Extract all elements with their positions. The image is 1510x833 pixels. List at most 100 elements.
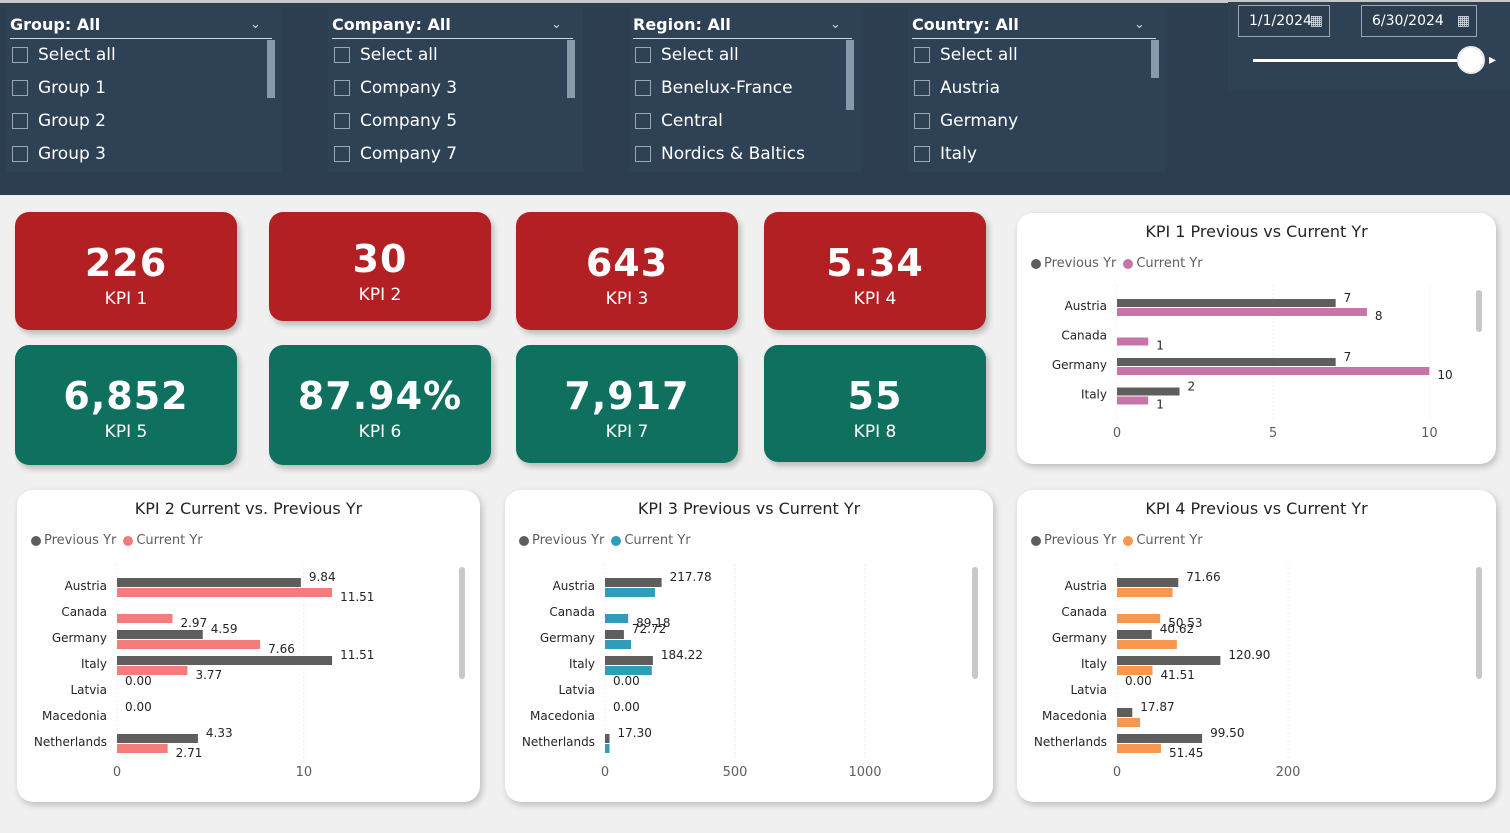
slicer-option[interactable]: Nordics & Baltics [633,137,862,170]
scrollbar[interactable] [972,567,978,679]
group-slicer[interactable]: Group: All ⌄ Select all Group 1 Group 2 Gro… [6,8,282,172]
checkbox[interactable] [334,46,350,63]
chevron-down-icon[interactable]: ⌄ [1134,14,1150,32]
bar-previous[interactable] [1117,358,1336,366]
kpi-card-7[interactable]: 7,917 KPI 7 [516,345,738,463]
slicer-option[interactable]: Group 3 [10,137,282,170]
slicer-option[interactable]: Select all [10,38,282,71]
bar-current[interactable] [605,614,629,623]
kpi-card-3[interactable]: 643 KPI 3 [516,212,738,330]
bar-previous[interactable] [117,578,301,587]
kpi-card-1[interactable]: 226 KPI 1 [15,212,237,330]
scrollbar[interactable] [267,40,275,98]
region-slicer[interactable]: Region: All ⌄ Select all Benelux-France Ce… [629,8,862,172]
checkbox[interactable] [12,112,28,129]
kpi1-chart-card[interactable]: KPI 1 Previous vs Current Yr Previous Yr… [1017,213,1496,464]
bar-current[interactable] [1117,744,1162,753]
bar-previous[interactable] [1117,387,1180,396]
scrollbar[interactable] [1476,567,1482,679]
scrollbar[interactable] [1151,40,1159,78]
slicer-option[interactable]: Company 5 [332,104,583,137]
kpi-card-5[interactable]: 6,852 KPI 5 [15,345,237,465]
bar-current[interactable] [1117,640,1177,649]
bar-previous[interactable] [605,734,610,743]
bar-current[interactable] [117,614,173,623]
bar-previous[interactable] [605,656,653,665]
checkbox[interactable] [914,112,930,129]
bar-current[interactable] [117,744,168,753]
kpi-card-2[interactable]: 30 KPI 2 [269,212,491,321]
bar-previous[interactable] [117,734,198,743]
slicer-option[interactable]: Group 1 [10,71,282,104]
slicer-option[interactable]: Germany [912,104,1166,137]
checkbox[interactable] [334,112,350,129]
bar-previous[interactable] [117,630,203,639]
slicer-option[interactable]: Company 3 [332,71,583,104]
chevron-down-icon[interactable]: ⌄ [551,14,567,32]
kpi3-chart-card[interactable]: KPI 3 Previous vs Current Yr Previous Yr… [505,490,993,802]
kpi-card-4[interactable]: 5.34 KPI 4 [764,212,986,330]
bar-previous[interactable] [605,578,662,587]
bar-current[interactable] [605,744,610,753]
chevron-down-icon[interactable]: ⌄ [250,14,266,32]
kpi-card-6[interactable]: 87.94% KPI 6 [269,345,491,465]
country-slicer[interactable]: Country: All ⌄ Select all Austria Germany I… [908,8,1166,172]
bar-current[interactable] [1117,614,1161,623]
date-slider-track[interactable] [1253,59,1481,62]
chevron-down-icon[interactable]: ⌄ [830,14,846,32]
checkbox[interactable] [334,79,350,96]
end-date-input[interactable]: 6/30/2024 ▦ [1361,5,1477,37]
scrollbar[interactable] [567,40,575,98]
checkbox[interactable] [12,46,28,63]
bar-previous[interactable] [1117,578,1179,587]
checkbox[interactable] [914,145,930,162]
bar-current[interactable] [1117,337,1149,346]
scrollbar[interactable] [459,567,465,679]
slicer-option[interactable]: Group 2 [10,104,282,137]
slicer-option[interactable]: Central [633,104,862,137]
scrollbar[interactable] [1476,290,1482,332]
scrollbar[interactable] [846,40,854,110]
bar-previous[interactable] [1117,299,1336,307]
slicer-option[interactable]: Italy [912,137,1166,170]
slicer-option[interactable]: Select all [332,38,583,71]
bar-previous[interactable] [117,656,333,665]
kpi4-chart-card[interactable]: KPI 4 Previous vs Current Yr Previous Yr… [1017,490,1496,802]
country-slicer-header[interactable]: Country: All ⌄ [912,14,1156,39]
bar-previous[interactable] [605,630,624,639]
checkbox[interactable] [635,112,651,129]
slicer-option[interactable]: Company 7 [332,137,583,170]
checkbox[interactable] [635,79,651,96]
kpi2-chart-card[interactable]: KPI 2 Current vs. Previous Yr Previous Y… [17,490,480,802]
slicer-option[interactable]: Austria [912,71,1166,104]
bar-current[interactable] [1117,588,1173,597]
checkbox[interactable] [914,79,930,96]
bar-previous[interactable] [1117,708,1133,717]
slicer-option[interactable]: Select all [633,38,862,71]
bar-previous[interactable] [1117,656,1221,665]
company-slicer[interactable]: Company: All ⌄ Select all Company 3 Compan… [328,8,583,172]
kpi-card-8[interactable]: 55 KPI 8 [764,345,986,462]
bar-current[interactable] [1117,308,1367,316]
bar-current[interactable] [1117,718,1141,727]
bar-current[interactable] [117,640,261,649]
calendar-icon[interactable]: ▦ [1457,6,1470,36]
slicer-option[interactable]: Benelux-France [633,71,862,104]
bar-current[interactable] [605,640,631,649]
checkbox[interactable] [334,145,350,162]
checkbox[interactable] [12,79,28,96]
bar-previous[interactable] [1117,734,1203,743]
bar-current[interactable] [605,588,655,597]
region-slicer-header[interactable]: Region: All ⌄ [633,14,852,39]
calendar-icon[interactable]: ▦ [1310,6,1323,36]
bar-current[interactable] [1117,396,1149,405]
bar-current[interactable] [1117,367,1430,375]
checkbox[interactable] [635,46,651,63]
bar-previous[interactable] [1117,630,1152,639]
slicer-option[interactable]: Select all [912,38,1166,71]
checkbox[interactable] [12,145,28,162]
bar-current[interactable] [117,588,333,597]
date-slider-handle[interactable] [1457,46,1485,74]
start-date-input[interactable]: 1/1/2024 ▦ [1238,5,1330,37]
checkbox[interactable] [914,46,930,63]
